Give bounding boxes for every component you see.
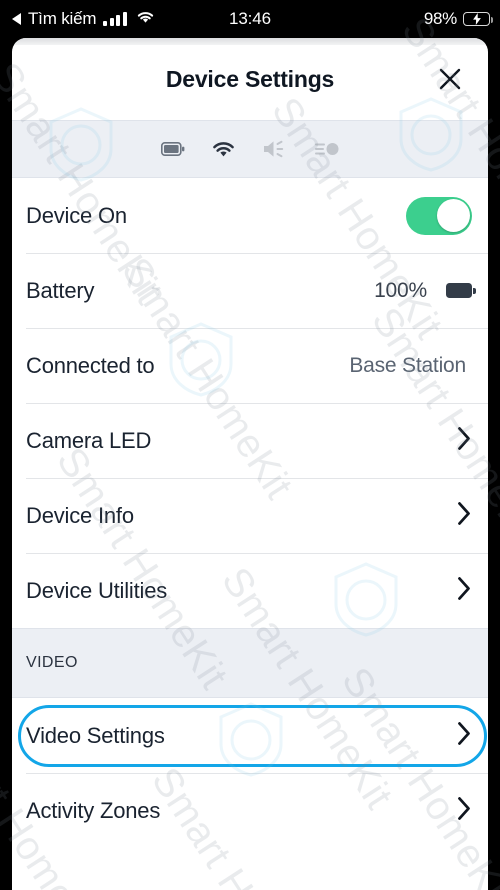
row-label: Device Utilities xyxy=(26,577,168,603)
row-device-on[interactable]: Device On xyxy=(12,178,488,253)
section-header-label: VIDEO xyxy=(26,654,78,671)
section-header-video: VIDEO xyxy=(12,628,488,698)
chevron-right-icon xyxy=(457,796,472,826)
device-settings-sheet: Device Settings Device On Battery 100% C… xyxy=(12,38,488,890)
row-label: Video Settings xyxy=(26,722,165,748)
speaker-mute-icon xyxy=(262,139,288,159)
page-title: Device Settings xyxy=(165,65,335,92)
close-x-icon[interactable] xyxy=(435,64,465,94)
settings-list: Device On Battery 100% Connected to Base… xyxy=(12,178,488,628)
battery-icon xyxy=(160,142,185,156)
status-bar-right: 98% xyxy=(423,9,493,29)
row-label: Activity Zones xyxy=(26,797,161,823)
row-activity-zones[interactable]: Activity Zones xyxy=(12,773,488,848)
device-status-strip xyxy=(12,120,488,178)
chevron-right-icon xyxy=(457,721,472,751)
chevron-right-icon xyxy=(457,576,472,606)
device-on-toggle[interactable] xyxy=(406,196,472,235)
ios-status-bar: Tìm kiếm 13:46 98% xyxy=(0,0,500,38)
row-connected-to: Connected to Base Station xyxy=(12,328,488,403)
row-video-settings[interactable]: Video Settings xyxy=(12,698,488,773)
row-device-info[interactable]: Device Info xyxy=(12,478,488,553)
brightness-icon xyxy=(314,139,340,159)
row-label: Connected to xyxy=(26,352,155,378)
battery-charging-icon xyxy=(463,12,493,26)
row-label: Battery xyxy=(26,277,95,303)
chevron-right-icon xyxy=(457,501,472,531)
row-battery: Battery 100% xyxy=(12,253,488,328)
status-bar-battery-percent: 98% xyxy=(423,9,457,28)
row-label: Device Info xyxy=(26,502,134,528)
chevron-right-icon xyxy=(457,426,472,456)
sheet-header: Device Settings xyxy=(12,38,488,120)
video-settings-list: Video Settings Activity Zones xyxy=(12,698,488,848)
row-label: Device On xyxy=(26,202,127,228)
phone-screen: Tìm kiếm 13:46 98% Device Settings Devic… xyxy=(0,0,500,890)
row-device-utilities[interactable]: Device Utilities xyxy=(12,553,488,628)
connected-to-value: Base Station xyxy=(349,353,466,377)
row-camera-led[interactable]: Camera LED xyxy=(12,403,488,478)
row-label: Camera LED xyxy=(26,427,152,453)
wifi-icon xyxy=(211,140,236,158)
battery-value: 100% xyxy=(374,278,427,302)
battery-icon xyxy=(446,283,476,298)
